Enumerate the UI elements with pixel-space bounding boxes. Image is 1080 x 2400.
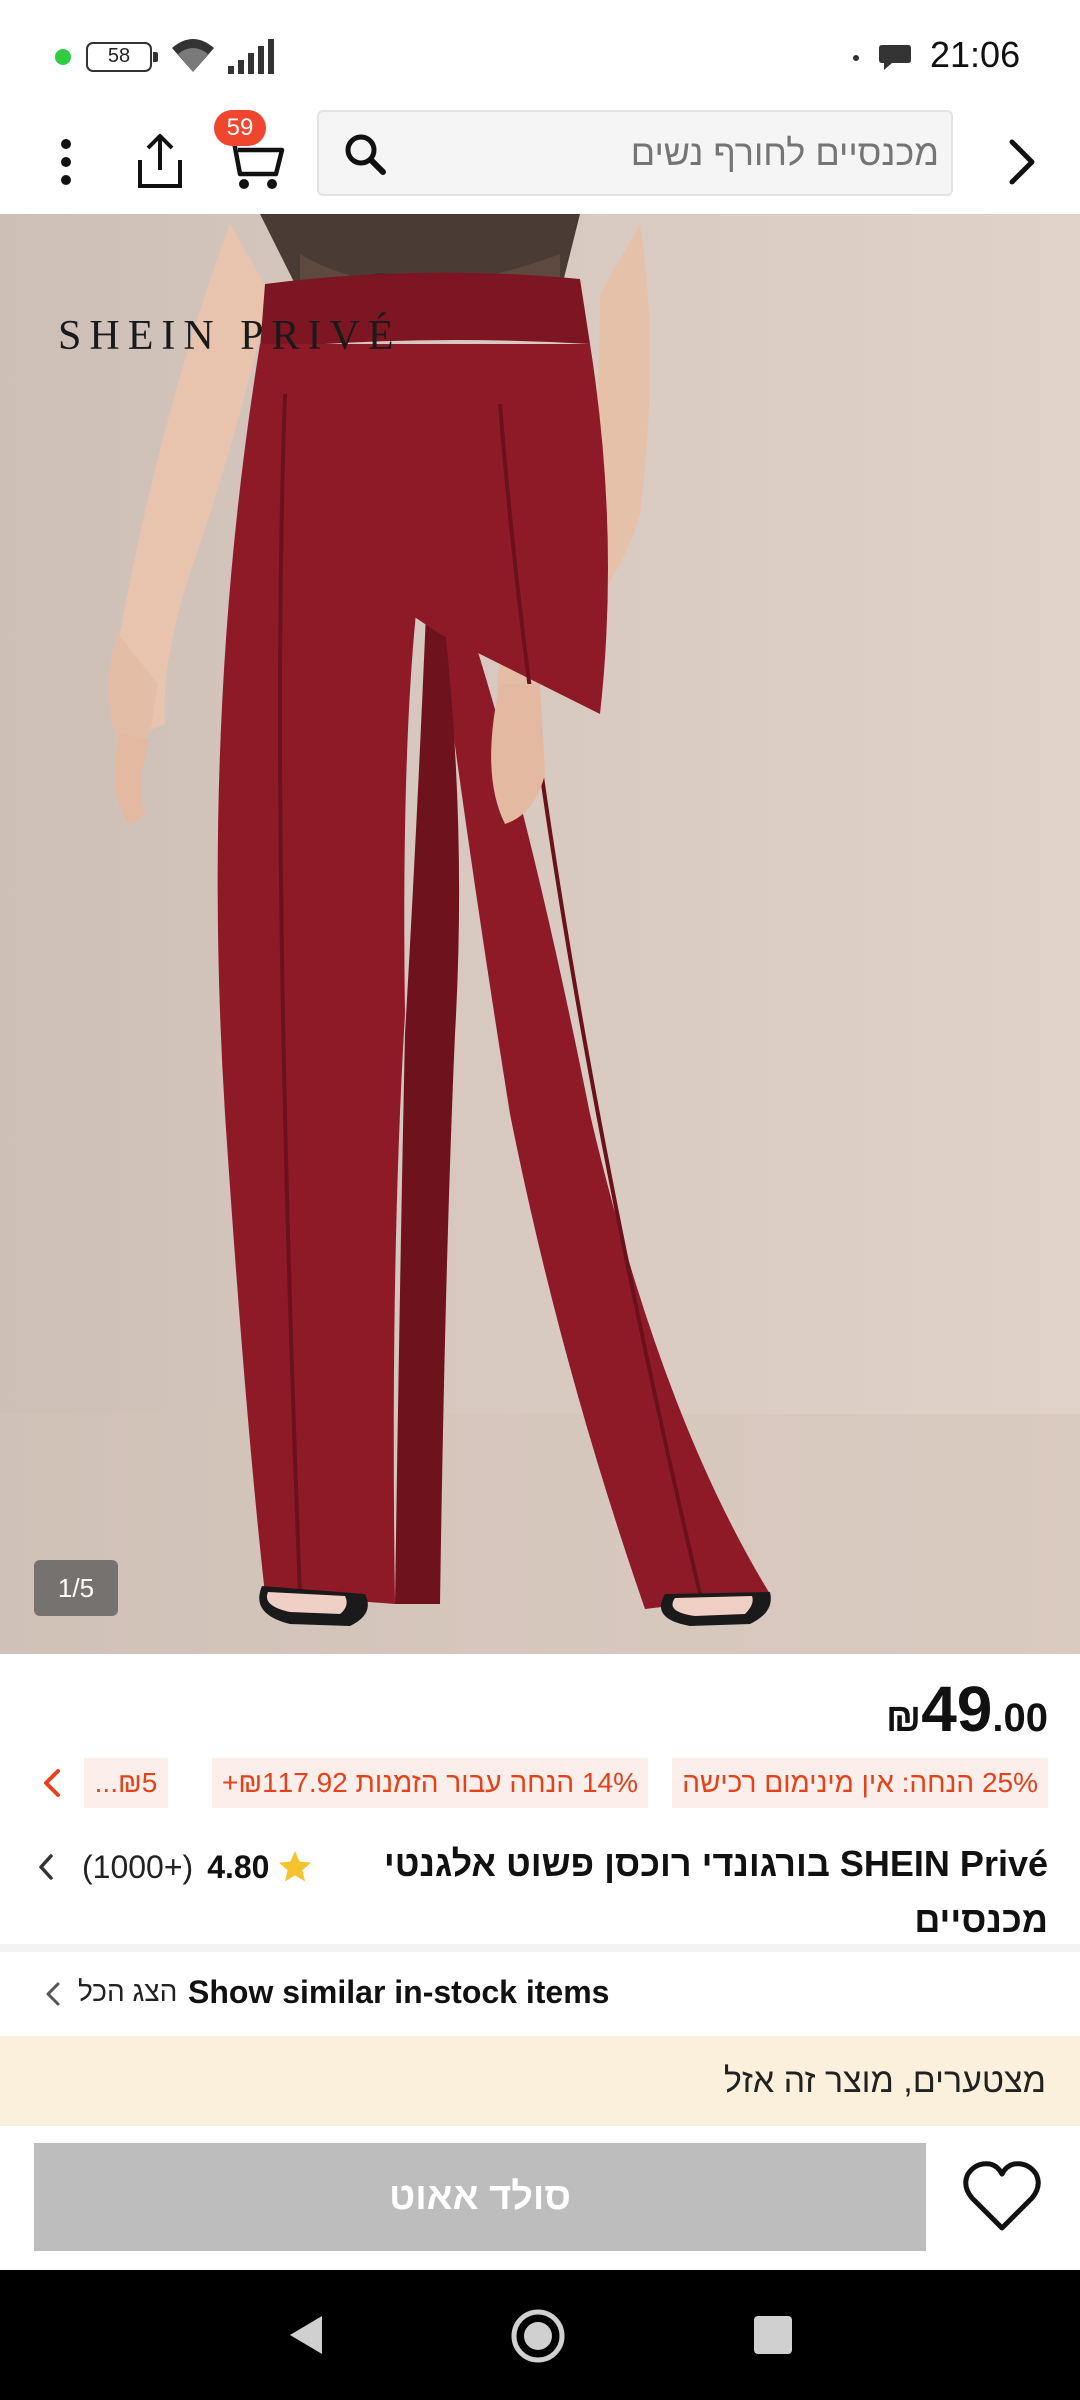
view-all-link[interactable]: הצג הכל — [78, 1976, 177, 2008]
image-counter: 1/5 — [34, 1560, 118, 1616]
price-integer: 49 — [921, 1673, 993, 1745]
price-decimal: .00 — [992, 1696, 1048, 1740]
nav-back-icon[interactable] — [282, 2310, 332, 2360]
notification-dot — [853, 55, 859, 61]
signal-icon — [228, 39, 274, 74]
top-toolbar: 59 — [0, 110, 1080, 214]
promo-row: 25% הנחה: אין מינימום רכישה 14% הנחה עבו… — [0, 1758, 1080, 1808]
product-title: SHEIN Privé בורגונדי רוכסן פשוט אלגנטי מ… — [383, 1843, 1048, 1940]
back-chevron-icon[interactable] — [994, 126, 1050, 198]
promo-tag[interactable]: ₪5... — [84, 1758, 168, 1808]
battery-icon: 58 — [86, 42, 158, 72]
wifi-icon — [172, 39, 214, 72]
section-divider — [0, 1944, 1080, 1952]
soldout-banner: מצטערים, מוצר זה אזל — [0, 2036, 1080, 2126]
product-photo — [0, 214, 1080, 1654]
bottom-action-bar: סולד אאוט — [0, 2126, 1080, 2270]
chat-bubble-icon — [879, 45, 911, 70]
similar-items-label: Show similar in-stock items — [188, 1974, 610, 2010]
search-icon[interactable] — [343, 132, 387, 176]
status-indicator-dot — [55, 49, 71, 65]
search-input[interactable] — [399, 112, 939, 194]
search-bar[interactable] — [317, 110, 953, 196]
soldout-message: מצטערים, מוצר זה אזל — [723, 2062, 1046, 2100]
rating-count: (1000+) — [82, 1848, 194, 1885]
promo-chevron-icon[interactable] — [40, 1766, 64, 1800]
product-price: ₪49.00 — [886, 1672, 1048, 1746]
system-nav-bar — [0, 2270, 1080, 2400]
soldout-button[interactable]: סולד אאוט — [34, 2143, 926, 2251]
share-icon[interactable] — [132, 126, 188, 198]
similar-items-row[interactable]: הצג הכל Show similar in-stock items — [0, 1952, 1080, 2036]
more-options-icon[interactable] — [46, 126, 86, 198]
nav-recents-icon[interactable] — [752, 2314, 794, 2356]
chevron-left-icon[interactable] — [36, 1852, 56, 1882]
status-bar: 58 21:06 — [0, 0, 1080, 110]
clock: 21:06 — [930, 34, 1021, 75]
brand-watermark: SHEIN PRIVÉ — [58, 313, 402, 359]
nav-home-icon[interactable] — [510, 2308, 566, 2364]
cart-count-badge[interactable]: 59 — [214, 110, 266, 146]
product-image[interactable]: SHEIN PRIVÉ 1/5 — [0, 214, 1080, 1654]
star-icon — [279, 1851, 312, 1882]
promo-tag[interactable]: 14% הנחה עבור הזמנות ₪117.92+ — [211, 1758, 648, 1808]
promo-tag[interactable]: 25% הנחה: אין מינימום רכישה — [672, 1758, 1048, 1808]
rating-score: 4.80 — [207, 1848, 270, 1885]
price-currency: ₪ — [885, 1696, 922, 1740]
heart-icon[interactable] — [960, 2156, 1044, 2240]
rating-block[interactable]: (1000+) 4.80 — [36, 1842, 313, 1892]
title-row: SHEIN Privé בורגונדי רוכסן פשוט אלגנטי מ… — [0, 1836, 1080, 1956]
chevron-left-icon[interactable] — [44, 1980, 62, 2008]
